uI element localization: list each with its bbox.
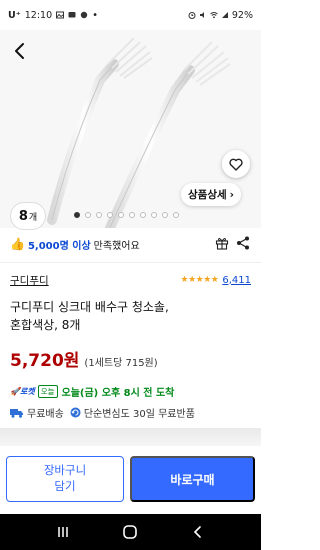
pager-dot[interactable] [162, 212, 168, 218]
quantity-count: 8 [18, 208, 28, 224]
product-title-line: 구디푸디 싱크대 배수구 청소솔, [10, 300, 169, 314]
delivery-eta: 오늘(금) 오후 8시 전 도착 [61, 388, 175, 399]
price-row: 5,720원 (1세트당 715원) [10, 346, 158, 371]
brand-link[interactable]: 구디푸디 [10, 273, 49, 288]
battery-level: 92% [231, 9, 253, 21]
rocket-delivery-badge: 🚀로켓 [10, 387, 35, 396]
free-shipping-label: 무료배송 [27, 409, 64, 420]
today-tag: 오늘 [37, 385, 58, 398]
satisfaction-row: 👍 5,000명 이상 만족했어요 [10, 234, 251, 254]
quantity-unit: 개 [28, 212, 38, 223]
section-divider [0, 428, 261, 446]
share-icon[interactable] [235, 235, 251, 251]
return-icon [70, 407, 81, 418]
chevron-right-icon: › [229, 188, 234, 201]
review-count-link[interactable]: 6,411 [222, 275, 251, 286]
pager-dot[interactable] [129, 212, 135, 218]
status-bar: U⁺ 12:10 • 92% [0, 0, 261, 30]
pager-dot[interactable] [74, 212, 80, 218]
delivery-row: 🚀로켓 오늘 오늘(금) 오후 8시 전 도착 [10, 384, 174, 399]
system-nav-bar [0, 514, 261, 550]
thumbs-up-icon: 👍 [10, 237, 25, 251]
truck-icon [10, 408, 23, 418]
product-detail-button[interactable]: 상품상세 › [181, 183, 241, 206]
satisfaction-label: 만족했어요 [93, 240, 140, 252]
heart-icon [229, 158, 243, 171]
product-title-line: 혼합색상, 8개 [10, 318, 81, 332]
add-to-cart-button[interactable]: 장바구니 담기 [6, 456, 124, 502]
gift-icon[interactable] [215, 236, 229, 250]
mute-icon [199, 12, 204, 18]
more-notifications-dot: • [92, 9, 99, 21]
divider [0, 262, 261, 263]
app-notification-icon [80, 11, 88, 19]
image-pager[interactable] [74, 212, 179, 218]
product-title: 구디푸디 싱크대 배수구 청소솔, 혼합색상, 8개 [10, 298, 251, 334]
wishlist-button[interactable] [222, 150, 250, 178]
rocket-delivery-label: 로켓 [19, 387, 35, 396]
pager-dot[interactable] [173, 212, 179, 218]
product-detail-label: 상품상세 [188, 189, 227, 201]
home-icon[interactable] [122, 524, 138, 540]
satisfaction-count: 5,000명 이상 [27, 240, 91, 252]
pager-dot[interactable] [151, 212, 157, 218]
pager-dot[interactable] [140, 212, 146, 218]
buy-now-button[interactable]: 바로구매 [130, 456, 255, 502]
pager-dot[interactable] [96, 212, 102, 218]
rating-stars: ★★★★★ [180, 275, 219, 285]
shipping-row: 무료배송 단순변심도 30일 무료반품 [10, 405, 195, 420]
back-arrow-icon[interactable] [10, 41, 30, 61]
unit-price: (1세트당 715원) [84, 358, 158, 369]
message-notification-icon [68, 12, 76, 18]
quantity-badge: 8개 [10, 202, 46, 230]
recent-apps-icon[interactable] [56, 525, 70, 539]
pager-dot[interactable] [85, 212, 91, 218]
nav-back-icon[interactable] [191, 525, 205, 539]
wifi-icon [210, 12, 218, 19]
clock: 12:10 [24, 9, 53, 21]
pager-dot[interactable] [107, 212, 113, 218]
product-page: U⁺ 12:10 • 92% 상품상세 › 8 개 👍 5,000명 이상 만족… [0, 0, 261, 550]
alarm-icon [188, 12, 196, 19]
free-return-label: 단순변심도 30일 무료반품 [83, 409, 195, 420]
carrier-label: U⁺ [8, 9, 21, 21]
gallery-notification-icon [56, 11, 65, 19]
pager-dot[interactable] [118, 212, 124, 218]
signal-icon [221, 12, 228, 18]
sale-price: 5,720원 [10, 351, 80, 371]
brand-row: 구디푸디 ★★★★★ 6,411 [10, 270, 251, 290]
